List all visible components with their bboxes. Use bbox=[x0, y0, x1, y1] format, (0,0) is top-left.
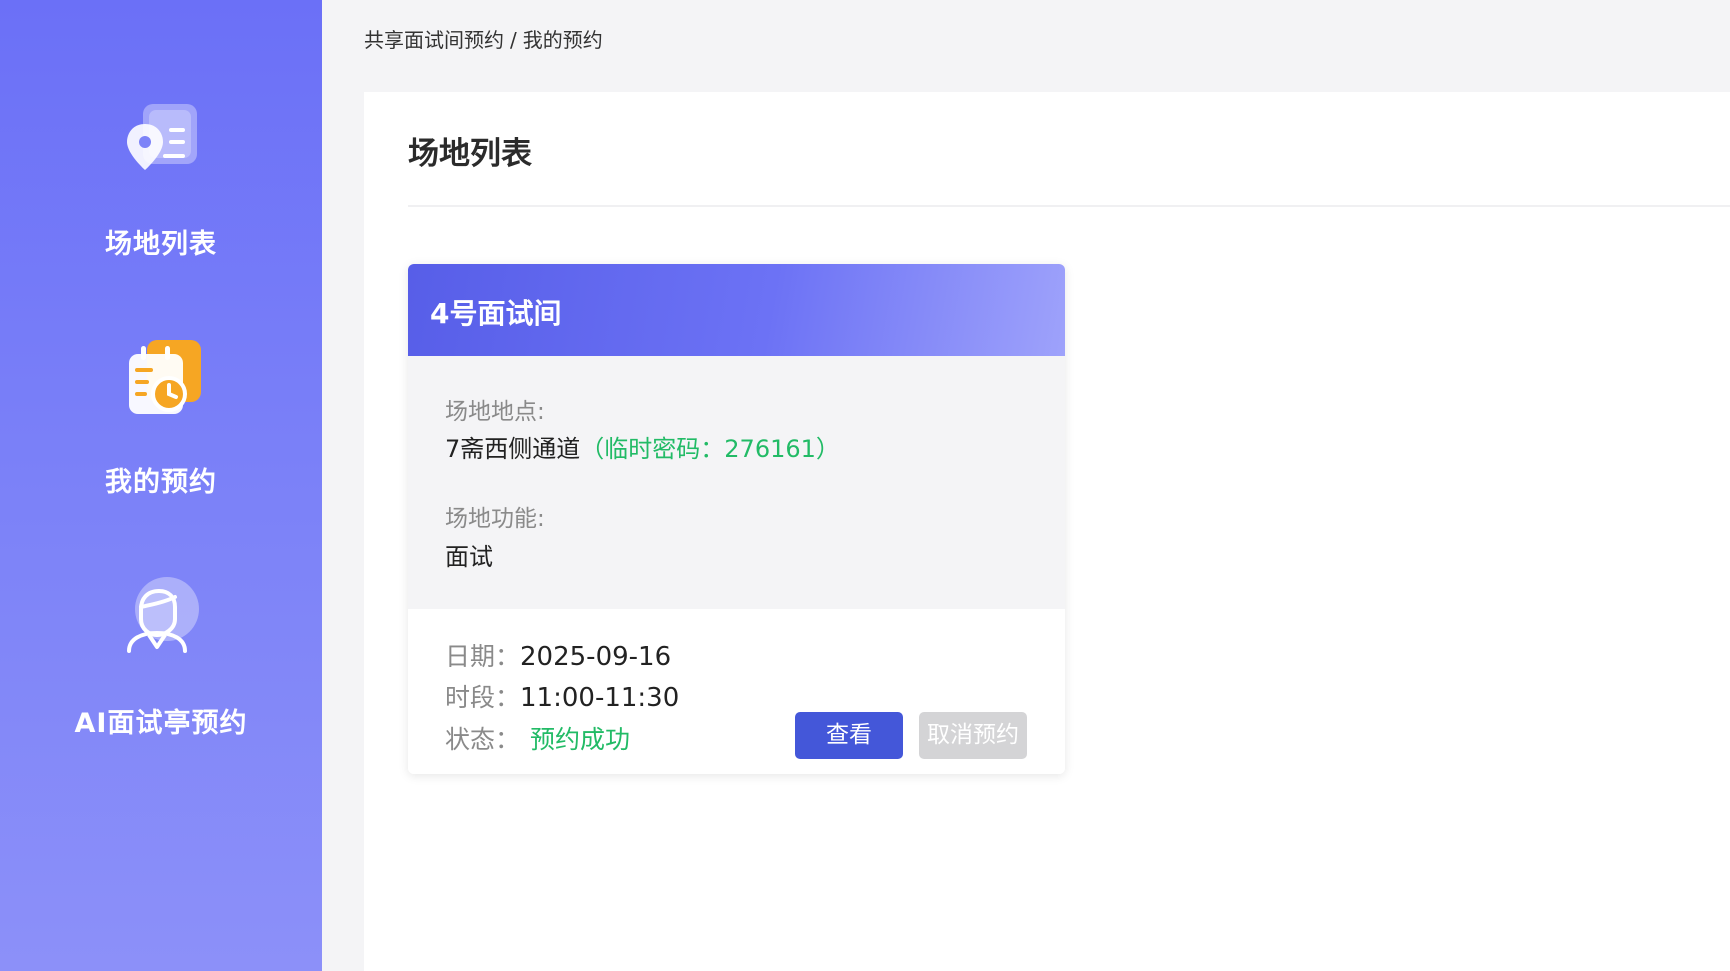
card-info-section: 场地地点: 7斋西侧通道（临时密码：276161） 场地功能: 面试 bbox=[408, 356, 1065, 609]
breadcrumb: 共享面试间预约 / 我的预约 bbox=[364, 24, 603, 53]
breadcrumb-separator: / bbox=[510, 28, 517, 52]
function-value: 面试 bbox=[445, 543, 493, 571]
sidebar-item-venue-list[interactable]: 场地列表 bbox=[0, 98, 322, 261]
calendar-clock-icon bbox=[129, 340, 201, 414]
sidebar-item-label: AI面试亭预约 bbox=[74, 708, 248, 739]
sidebar-item-label: 我的预约 bbox=[105, 467, 217, 498]
function-label: 场地功能: bbox=[445, 506, 545, 532]
page: 场地列表 我的预约 AI面试亭预约 共享面试间预约 / 我的预约 场地列表 4号… bbox=[0, 0, 1730, 971]
date-value: 2025-09-16 bbox=[520, 642, 672, 672]
status-row: 状态： 预约成功 bbox=[445, 720, 630, 756]
title-divider bbox=[408, 205, 1730, 207]
sidebar-item-my-bookings[interactable]: 我的预约 bbox=[0, 336, 322, 499]
card-booking-section: 日期：2025-09-16 时段：11:00-11:30 状态： 预约成功 查看 … bbox=[408, 609, 1065, 774]
temp-password: （临时密码：276161） bbox=[580, 435, 840, 463]
view-button[interactable]: 查看 bbox=[795, 712, 903, 759]
location-label: 场地地点: bbox=[445, 399, 545, 425]
location-value: 7斋西侧通道 bbox=[445, 435, 581, 463]
slot-label: 时段： bbox=[445, 683, 521, 712]
sidebar-item-label: 场地列表 bbox=[105, 229, 217, 260]
venue-name: 4号面试间 bbox=[430, 297, 562, 330]
breadcrumb-current: 我的预约 bbox=[522, 28, 603, 52]
slot-value: 11:00-11:30 bbox=[520, 683, 680, 713]
status-label: 状态： bbox=[445, 725, 521, 754]
cancel-booking-button[interactable]: 取消预约 bbox=[919, 712, 1027, 759]
sidebar: 场地列表 我的预约 AI面试亭预约 bbox=[0, 0, 322, 971]
sidebar-item-ai-kiosk[interactable]: AI面试亭预约 bbox=[0, 573, 322, 740]
date-row: 日期：2025-09-16 bbox=[445, 637, 671, 673]
slot-row: 时段：11:00-11:30 bbox=[445, 678, 679, 714]
status-badge: 预约成功 bbox=[530, 725, 631, 754]
breadcrumb-parent[interactable]: 共享面试间预约 bbox=[364, 28, 504, 52]
app-window: 场地列表 我的预约 AI面试亭预约 共享面试间预约 / 我的预约 场地列表 4号… bbox=[0, 0, 1730, 971]
venue-card: 4号面试间 场地地点: 7斋西侧通道（临时密码：276161） 场地功能: 面试… bbox=[408, 264, 1065, 774]
date-label: 日期： bbox=[445, 642, 521, 671]
content-panel: 场地列表 4号面试间 场地地点: 7斋西侧通道（临时密码：276161） 场地功… bbox=[364, 92, 1730, 971]
venue-list-icon bbox=[127, 104, 197, 170]
card-header: 4号面试间 bbox=[408, 264, 1065, 356]
page-title: 场地列表 bbox=[408, 136, 532, 172]
ai-interviewer-icon bbox=[127, 577, 199, 653]
main-content: 共享面试间预约 / 我的预约 场地列表 4号面试间 场地地点: 7斋西侧通道（临时密… bbox=[322, 0, 1730, 971]
location-value-row: 7斋西侧通道（临时密码：276161） bbox=[445, 429, 840, 464]
